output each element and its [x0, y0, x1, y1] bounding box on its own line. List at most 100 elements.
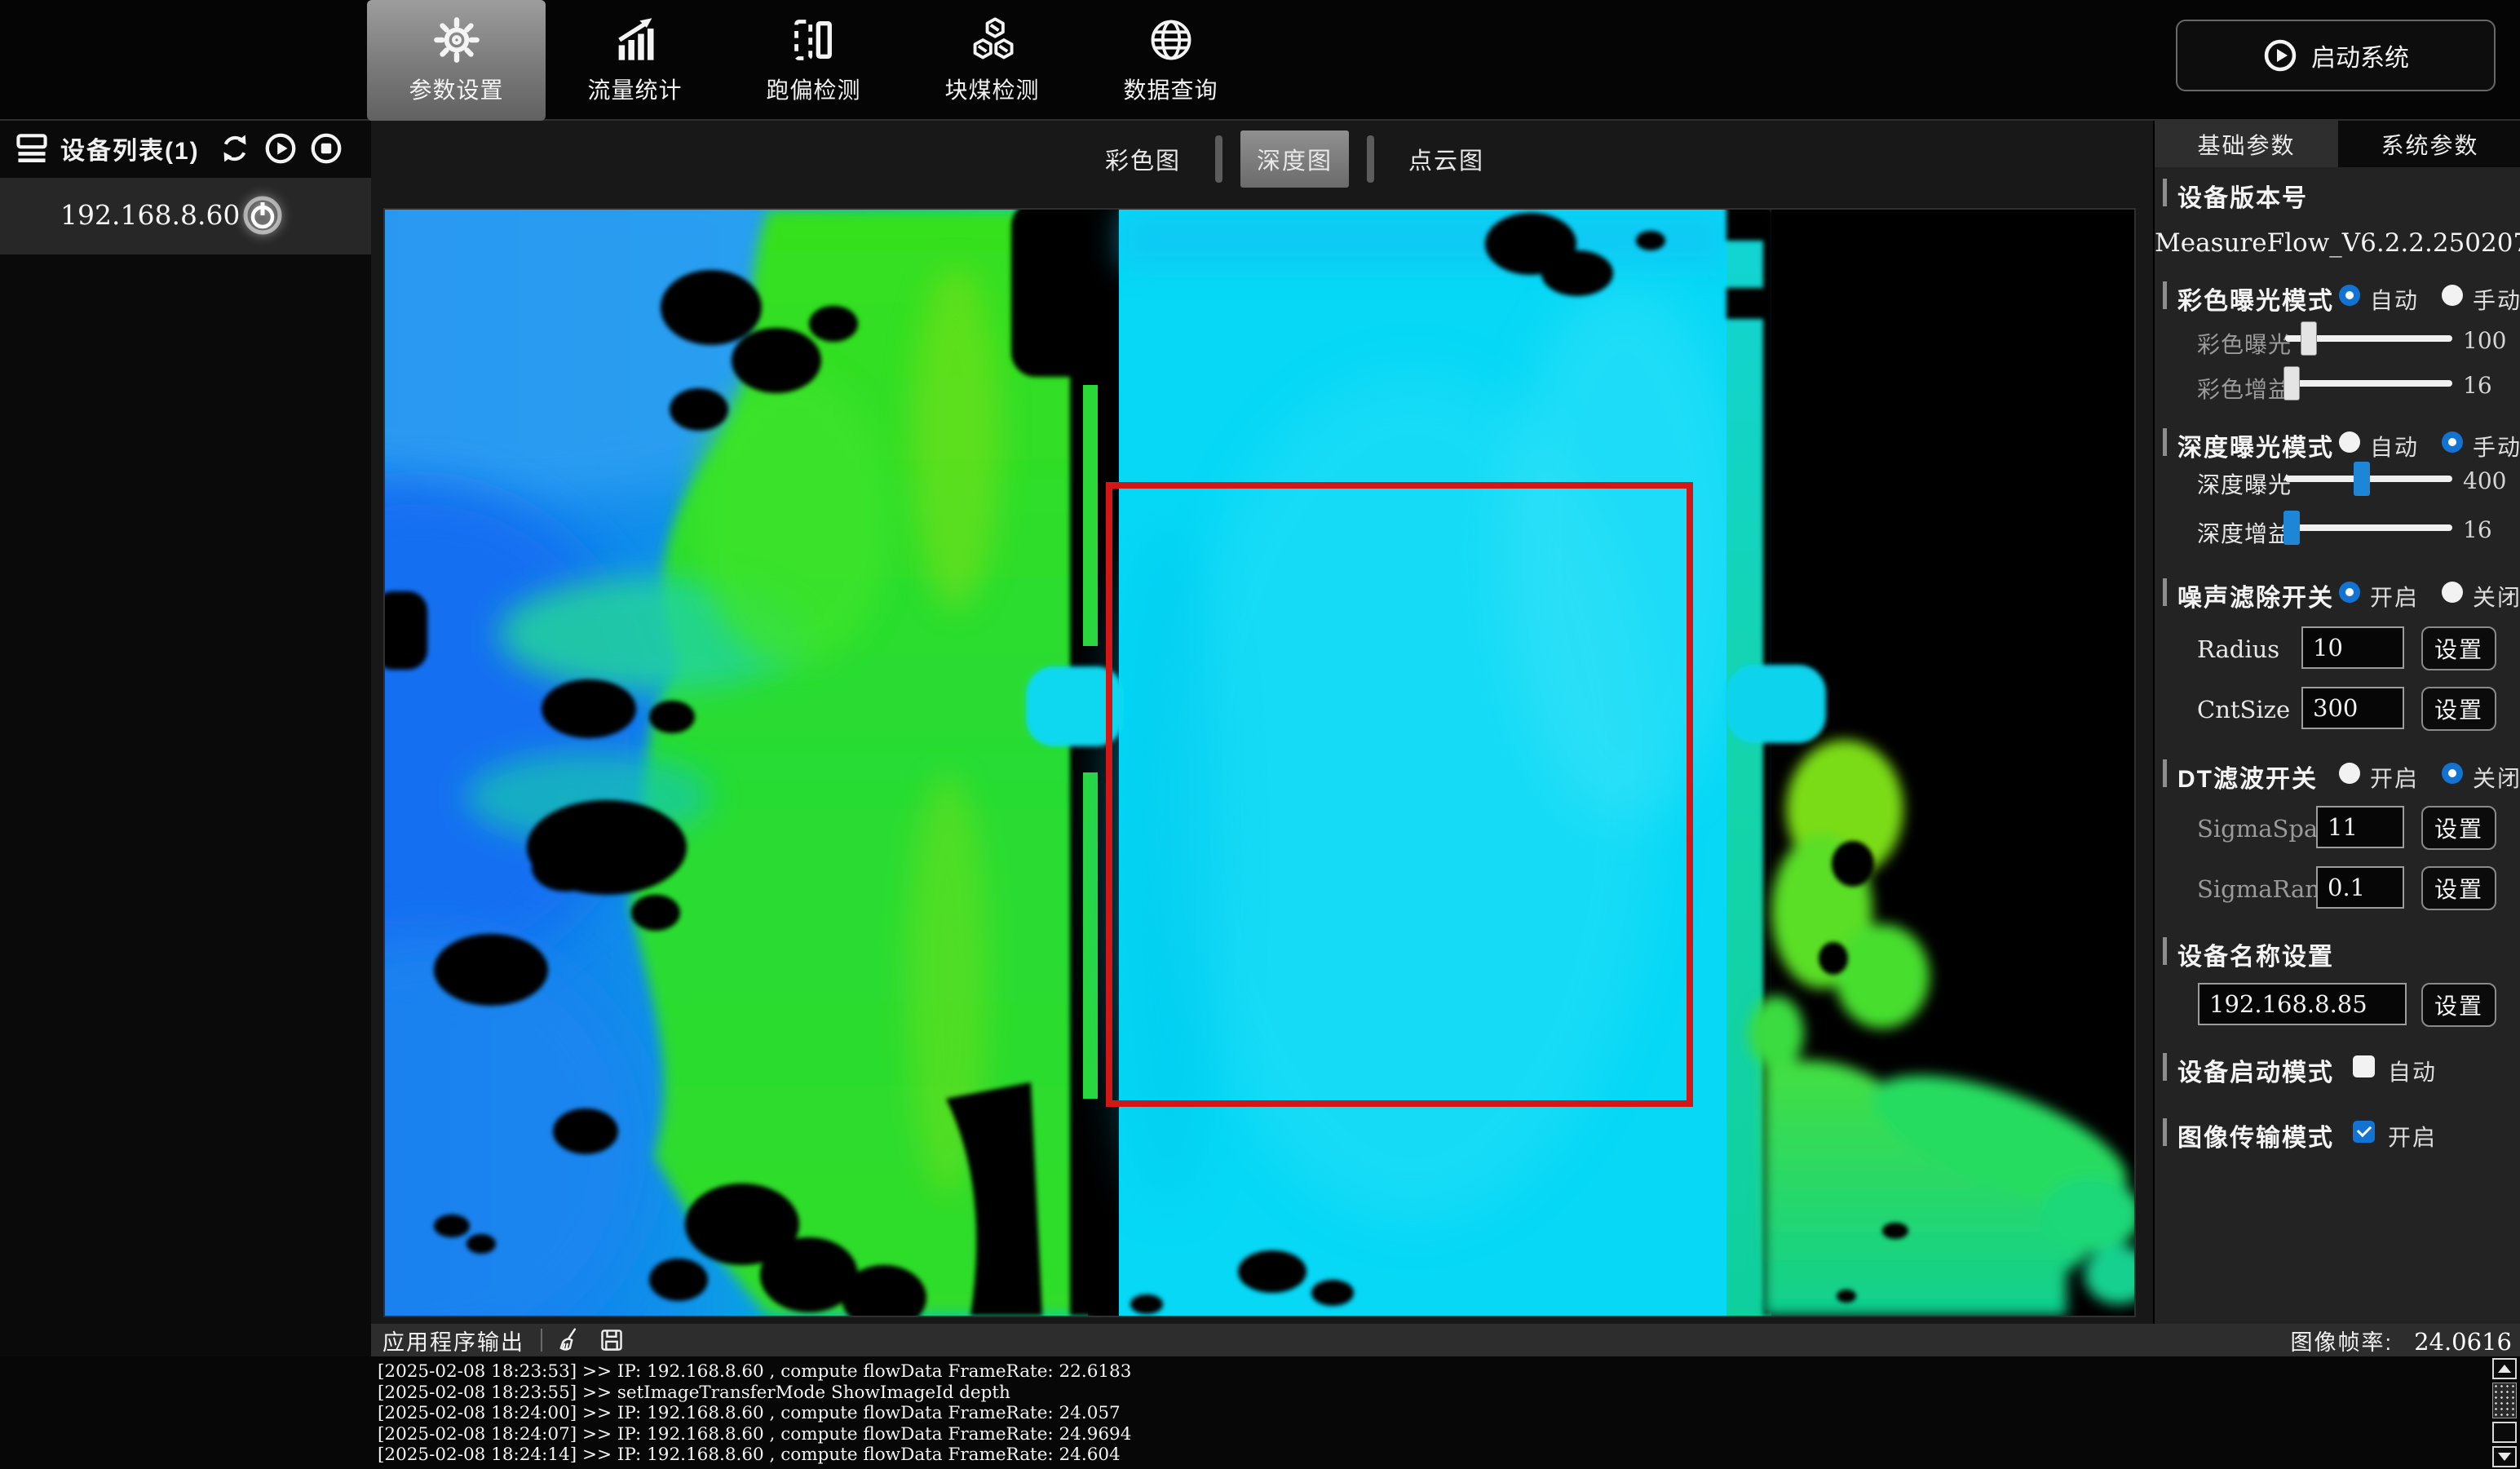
tab-basic-params[interactable]: 基础参数 [2155, 121, 2338, 167]
slider-label: 深度曝光 [2197, 467, 2292, 500]
section-title: 设备版本号 [2177, 178, 2308, 214]
device-name-set-button[interactable]: 设置 [2421, 983, 2496, 1027]
section-start-mode: 设备启动模式 自动 [2163, 1052, 2520, 1082]
radio-noise-on-label: 开启 [2370, 580, 2419, 613]
nav-data-query[interactable]: 数据查询 [1081, 0, 1260, 121]
radius-set-button[interactable]: 设置 [2421, 626, 2496, 670]
viewer-area: 彩色图 深度图 点云图 [371, 121, 2153, 1324]
radio-color-auto[interactable] [2339, 285, 2360, 306]
field-device-name: 设置 [2155, 983, 2520, 1027]
color-exposure-slider[interactable] [2285, 335, 2452, 342]
sigmarange-input[interactable] [2316, 866, 2404, 909]
panel-tabs: 基础参数 系统参数 [2155, 121, 2520, 167]
slider-label: 彩色曝光 [2197, 327, 2292, 360]
viewer-tabs: 彩色图 深度图 点云图 [1089, 132, 1501, 186]
refresh-icon [218, 131, 252, 166]
sigmaspace-input[interactable] [2316, 806, 2404, 848]
device-sidebar: 设备列表(1) 192.168.8.60 [0, 121, 371, 1356]
slider-handle[interactable] [2283, 511, 2300, 545]
section-accent [2163, 937, 2167, 965]
device-list-icon [13, 130, 51, 167]
app-output-label: 应用程序输出 [382, 1325, 524, 1356]
radio-depth-manual[interactable] [2442, 431, 2463, 453]
depth-exposure-slider[interactable] [2285, 476, 2452, 482]
slider-handle[interactable] [2354, 462, 2370, 496]
nav-label: 参数设置 [409, 73, 503, 105]
tab-color-image[interactable]: 彩色图 [1089, 131, 1197, 188]
scroll-up-button[interactable] [2492, 1358, 2517, 1379]
nav-parameter-settings[interactable]: 参数设置 [367, 0, 546, 121]
slider-value: 400 [2463, 467, 2506, 494]
cntsize-input[interactable] [2301, 687, 2404, 729]
device-list-header: 设备列表(1) [0, 121, 371, 176]
depth-image-view[interactable] [383, 208, 2136, 1317]
save-log-button[interactable] [598, 1326, 626, 1354]
field-label: Radius [2197, 635, 2279, 663]
depth-gain-slider[interactable] [2285, 524, 2452, 531]
nav-deviation-detection[interactable]: 跑偏检测 [724, 0, 903, 121]
radio-noise-on[interactable] [2339, 582, 2360, 603]
radio-depth-auto[interactable] [2339, 431, 2360, 453]
radio-color-manual[interactable] [2442, 285, 2463, 306]
application-log[interactable]: [2025-02-08 18:23:53] >> IP: 192.168.8.6… [0, 1356, 2520, 1469]
tab-point-cloud[interactable]: 点云图 [1392, 131, 1501, 188]
section-accent [2163, 179, 2167, 206]
device-power-button[interactable] [240, 192, 285, 238]
section-device-version: 设备版本号 [2163, 178, 2520, 207]
sigmarange-set-button[interactable]: 设置 [2421, 866, 2496, 910]
device-version-value: MeasureFlow_V6.2.2.250207 [2155, 228, 2520, 258]
device-name-input[interactable] [2198, 983, 2407, 1025]
nav-label: 跑偏检测 [766, 73, 860, 105]
transfer-mode-option-label: 开启 [2388, 1120, 2437, 1153]
scrollbar-thumb[interactable] [2492, 1383, 2517, 1418]
log-lines: [2025-02-08 18:23:53] >> IP: 192.168.8.6… [378, 1361, 1131, 1466]
start-system-button[interactable]: 启动系统 [2176, 20, 2496, 91]
sigmaspace-set-button[interactable]: 设置 [2421, 806, 2496, 850]
refresh-devices-button[interactable] [218, 131, 252, 166]
section-device-name: 设备名称设置 [2163, 936, 2520, 966]
scroll-down-button[interactable] [2492, 1446, 2517, 1467]
section-accent [2163, 759, 2167, 787]
log-line: [2025-02-08 18:23:53] >> IP: 192.168.8.6… [378, 1361, 1131, 1383]
gear-icon [432, 15, 481, 64]
bar-chart-icon [611, 15, 660, 64]
deviation-detect-icon [789, 15, 838, 64]
slider-value: 16 [2463, 516, 2492, 543]
field-sigmarange: SigmaRange 设置 [2155, 866, 2520, 910]
radio-noise-off[interactable] [2442, 582, 2463, 603]
field-sigmaspace: SigmaSpace 设置 [2155, 806, 2520, 850]
radius-input[interactable] [2301, 626, 2404, 669]
save-icon [598, 1326, 626, 1354]
tab-depth-image[interactable]: 深度图 [1240, 131, 1349, 188]
log-line: [2025-02-08 18:23:55] >> setImageTransfe… [378, 1383, 1131, 1404]
nav-coal-detection[interactable]: 块煤检测 [903, 0, 1081, 121]
nav-flow-statistics[interactable]: 流量统计 [546, 0, 724, 121]
log-line: [2025-02-08 18:24:00] >> IP: 192.168.8.6… [378, 1403, 1131, 1424]
radio-color-auto-label: 自动 [2370, 283, 2419, 316]
log-scrollbar[interactable] [2492, 1358, 2518, 1467]
section-accent [2163, 1118, 2167, 1146]
arrow-down-icon [2498, 1453, 2511, 1461]
slider-handle[interactable] [2283, 366, 2300, 400]
radio-dt-off[interactable] [2442, 763, 2463, 784]
start-device-button[interactable] [263, 131, 298, 166]
device-list-title: 设备列表(1) [60, 131, 200, 166]
transfer-mode-checkbox[interactable] [2353, 1121, 2375, 1143]
color-gain-slider[interactable] [2285, 380, 2452, 387]
slider-value: 16 [2463, 372, 2492, 399]
stop-device-button[interactable] [309, 131, 343, 166]
section-title: 噪声滤除开关 [2177, 577, 2334, 613]
field-label: CntSize [2197, 696, 2290, 723]
section-title: 深度曝光模式 [2177, 427, 2334, 463]
nav-label: 流量统计 [587, 73, 682, 105]
device-list-item[interactable]: 192.168.8.60 [0, 178, 371, 254]
slider-value: 100 [2463, 327, 2506, 354]
tab-system-params[interactable]: 系统参数 [2338, 121, 2520, 167]
clear-log-button[interactable] [557, 1326, 585, 1354]
radio-dt-on-label: 开启 [2370, 761, 2419, 794]
cntsize-set-button[interactable]: 设置 [2421, 687, 2496, 731]
slider-handle[interactable] [2301, 321, 2317, 356]
scrollbar-track-button[interactable] [2492, 1422, 2517, 1443]
radio-dt-on[interactable] [2339, 763, 2360, 784]
start-mode-checkbox[interactable] [2353, 1055, 2375, 1077]
